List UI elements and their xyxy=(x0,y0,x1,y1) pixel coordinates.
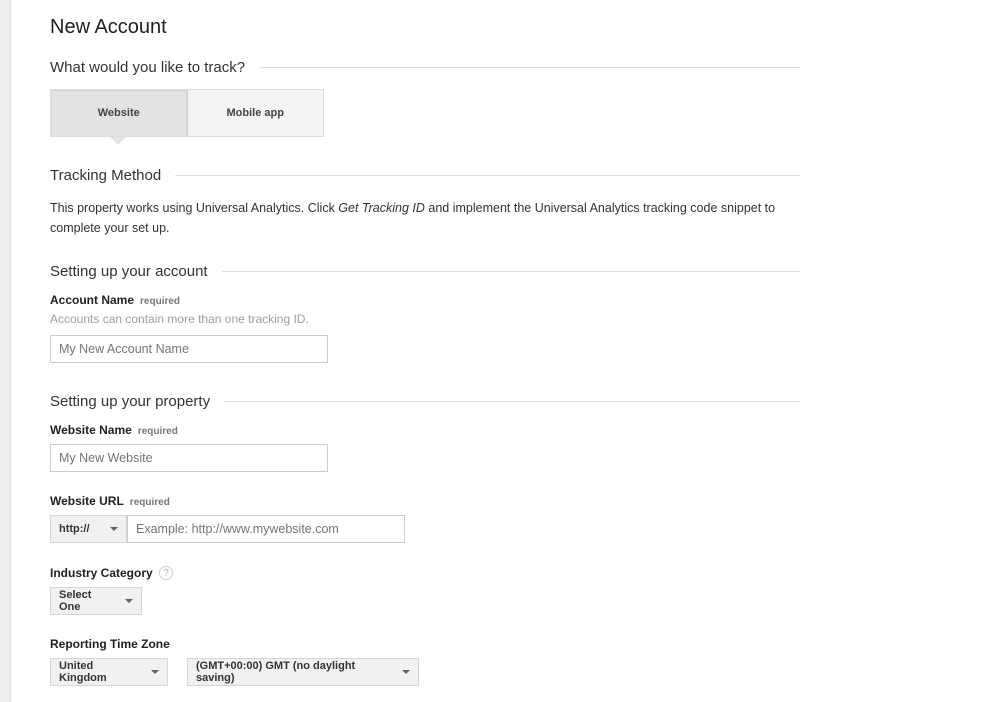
section-account: Setting up your account xyxy=(50,261,800,281)
track-option-website[interactable]: Website xyxy=(51,90,188,136)
section-property: Setting up your property xyxy=(50,391,800,411)
industry-category-dropdown[interactable]: Select One xyxy=(50,587,142,615)
description-text: This property works using Universal Anal… xyxy=(50,201,339,215)
account-name-label-text: Account Name xyxy=(50,293,135,307)
chevron-down-icon xyxy=(151,670,159,674)
section-track-heading: What would you like to track? xyxy=(50,58,246,76)
account-name-hint: Accounts can contain more than one track… xyxy=(50,312,309,326)
website-name-label: Website Name required xyxy=(50,423,178,437)
required-tag: required xyxy=(140,296,181,307)
required-tag: required xyxy=(137,426,178,437)
chevron-down-icon xyxy=(125,599,133,603)
section-divider xyxy=(224,400,800,402)
protocol-dropdown[interactable]: http:// xyxy=(50,515,127,543)
chevron-down-icon xyxy=(110,527,118,531)
section-track: What would you like to track? xyxy=(50,57,800,77)
account-name-label: Account Name required xyxy=(50,293,180,307)
industry-category-label: Industry Category xyxy=(50,566,153,580)
country-dropdown[interactable]: United Kingdom xyxy=(50,658,168,686)
chevron-down-icon xyxy=(402,670,410,674)
tracking-method-heading: Tracking Method xyxy=(50,166,162,184)
section-divider xyxy=(175,174,800,176)
get-tracking-id-emphasis: Get Tracking ID xyxy=(338,201,425,215)
website-url-label-text: Website URL xyxy=(50,494,124,508)
left-sidebar-rail xyxy=(0,0,11,702)
account-heading: Setting up your account xyxy=(50,262,208,280)
website-url-input[interactable] xyxy=(127,515,405,543)
industry-category-value: Select One xyxy=(59,589,92,613)
website-url-label: Website URL required xyxy=(50,494,170,508)
protocol-value: http:// xyxy=(59,523,90,535)
account-name-input[interactable] xyxy=(50,335,328,363)
website-name-input[interactable] xyxy=(50,444,328,472)
section-tracking-method: Tracking Method xyxy=(50,165,800,185)
help-icon[interactable]: ? xyxy=(159,566,173,580)
section-divider xyxy=(259,66,800,68)
timezone-dropdown[interactable]: (GMT+00:00) GMT (no daylight saving) xyxy=(187,658,419,686)
track-option-mobile-app[interactable]: Mobile app xyxy=(187,90,323,136)
selection-pointer-icon xyxy=(110,137,126,145)
track-type-toggle: Website Mobile app xyxy=(50,89,324,137)
tracking-method-description: This property works using Universal Anal… xyxy=(50,198,800,238)
reporting-time-zone-label: Reporting Time Zone xyxy=(50,637,170,651)
timezone-value: (GMT+00:00) GMT (no daylight saving) xyxy=(196,660,356,684)
country-value: United Kingdom xyxy=(59,660,107,684)
property-heading: Setting up your property xyxy=(50,392,211,410)
website-name-label-text: Website Name xyxy=(50,423,132,437)
required-tag: required xyxy=(129,497,170,508)
section-divider xyxy=(221,270,800,272)
page-title: New Account xyxy=(50,16,167,38)
